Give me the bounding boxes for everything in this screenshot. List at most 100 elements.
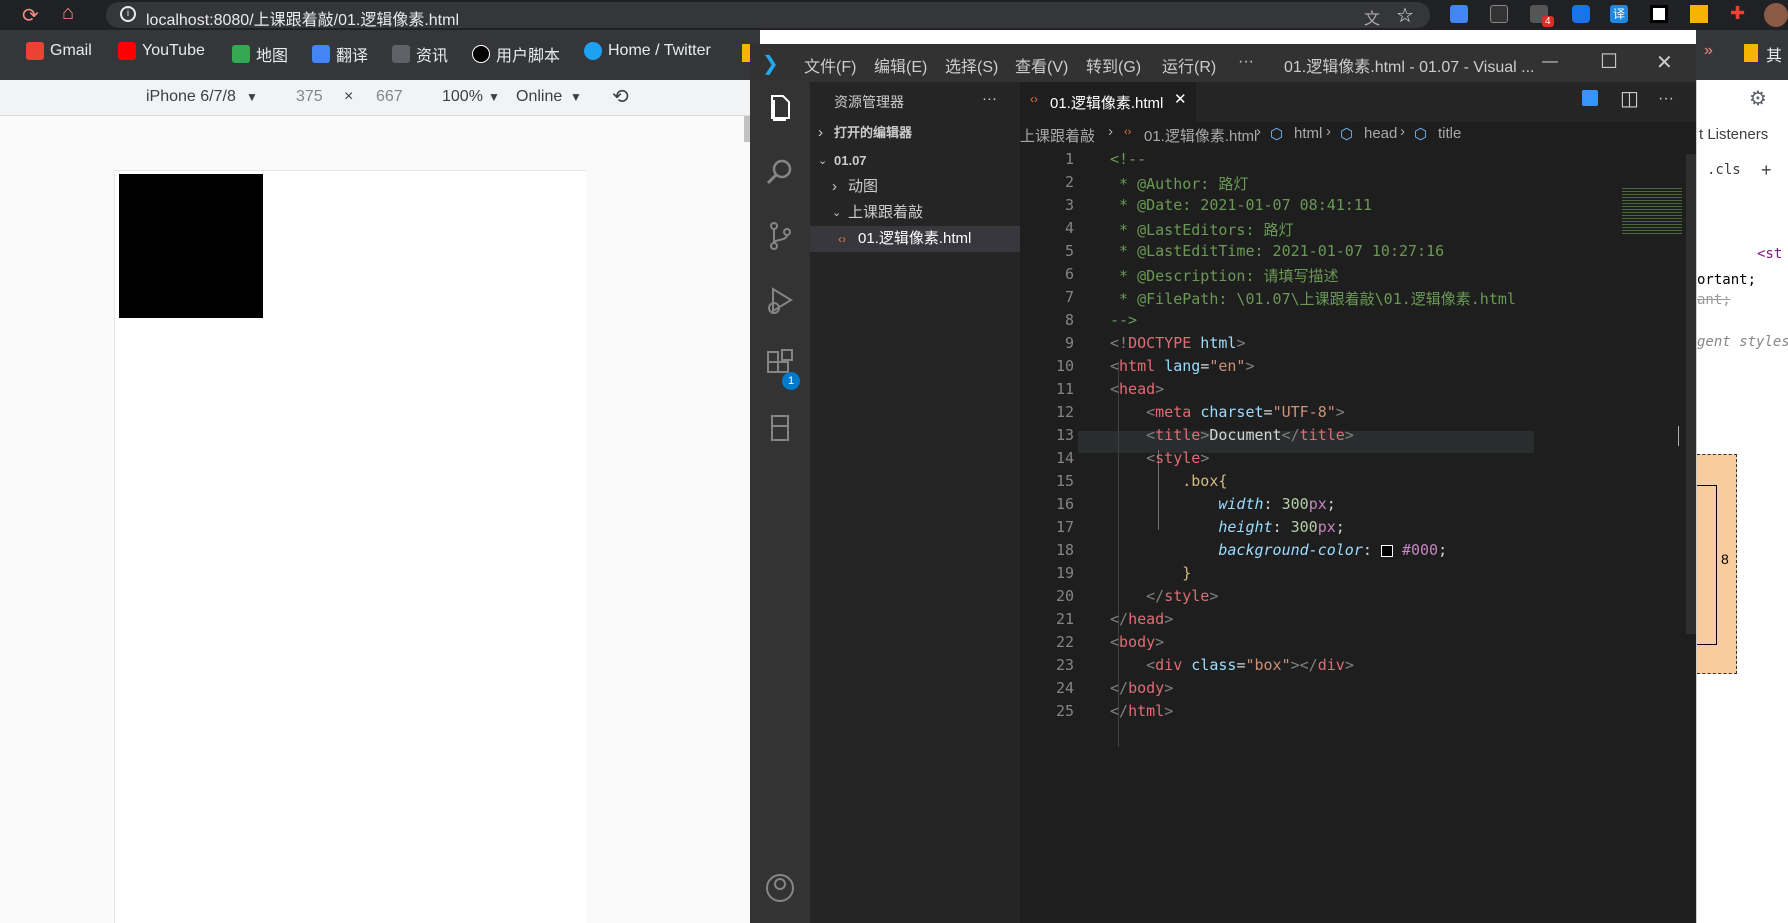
translate-ext-icon[interactable]: 译: [1610, 5, 1628, 23]
black-box: [119, 174, 263, 318]
device-toolbar: iPhone 6/7/8 ▼ 375 × 667 100% ▼ Online ▼…: [0, 80, 760, 116]
chevron-down-icon[interactable]: ▼: [570, 90, 582, 104]
menu-run[interactable]: 运行(R): [1162, 53, 1216, 77]
color-swatch[interactable]: [1380, 544, 1393, 557]
star-icon[interactable]: ☆: [1396, 3, 1414, 28]
close-button[interactable]: ✕: [1656, 50, 1673, 75]
line-number: 18: [1055, 541, 1074, 559]
bookmark-other[interactable]: 其: [1766, 42, 1782, 66]
code-line: <!--: [1110, 150, 1147, 168]
chevron-right-icon: ›: [818, 124, 823, 141]
minimize-button[interactable]: —: [1542, 53, 1558, 71]
line-number: 4: [1064, 219, 1074, 237]
bookmark-maps[interactable]: 地图: [232, 42, 288, 66]
maps-icon: [232, 45, 250, 63]
open-editors-section[interactable]: › 打开的编辑器: [810, 120, 1020, 146]
breadcrumb-item[interactable]: 01.逻辑像素.html: [1144, 125, 1257, 146]
zoom-select[interactable]: 100%: [442, 88, 483, 106]
extension-icon[interactable]: [1572, 5, 1590, 23]
network-select[interactable]: Online: [516, 88, 562, 106]
element-icon: ⬡: [1414, 126, 1428, 143]
account-icon[interactable]: [764, 872, 796, 904]
bookmark-gmail[interactable]: Gmail: [26, 42, 92, 60]
chevron-down-icon[interactable]: ▼: [488, 90, 500, 104]
bookmarks-bar: Gmail YouTube 地图 翻译 资讯 用户脚本 Home / Twitt…: [0, 30, 760, 80]
search-icon[interactable]: [764, 156, 796, 188]
bookmark-youtube[interactable]: YouTube: [118, 42, 205, 60]
times-sign: ×: [344, 88, 354, 105]
avatar[interactable]: [1764, 3, 1788, 27]
more-actions-icon[interactable]: ···: [1658, 90, 1674, 108]
tree-item-folder[interactable]: › 动图: [810, 174, 1020, 200]
source-control-icon[interactable]: [764, 220, 796, 252]
height-input[interactable]: 667: [376, 88, 403, 106]
home-icon[interactable]: ⌂: [62, 2, 74, 25]
reload-icon[interactable]: ⟳: [22, 3, 39, 28]
explorer-more-icon[interactable]: ···: [982, 90, 997, 107]
userscript-icon: [472, 45, 490, 63]
info-icon[interactable]: i: [120, 6, 136, 22]
menu-file[interactable]: 文件(F): [804, 53, 856, 77]
bookmark-twitter[interactable]: Home / Twitter: [584, 42, 711, 60]
qr-icon[interactable]: [1690, 5, 1708, 23]
line-number: 3: [1064, 196, 1074, 214]
bookmark-userscript[interactable]: 用户脚本: [472, 42, 560, 66]
event-listeners-tab[interactable]: t Listeners: [1699, 126, 1768, 143]
puzzle-icon[interactable]: ✚: [1730, 3, 1745, 24]
gmail-icon: [26, 42, 44, 60]
extension-icon[interactable]: [1650, 5, 1668, 23]
breadcrumb-item[interactable]: head: [1364, 125, 1397, 142]
bookmark-translate[interactable]: 翻译: [312, 42, 368, 66]
close-tab-icon[interactable]: ✕: [1174, 90, 1187, 108]
bookmark-news[interactable]: 资讯: [392, 42, 448, 66]
chevron-down-icon[interactable]: ▼: [246, 90, 258, 104]
url-text[interactable]: localhost:8080/上课跟着敲/01.逻辑像素.html: [146, 6, 459, 30]
explorer-icon[interactable]: [764, 92, 796, 124]
line-number: 19: [1055, 564, 1074, 582]
rotate-icon[interactable]: ⟲: [612, 84, 629, 109]
line-number: 25: [1055, 702, 1074, 720]
settings-icon[interactable]: ⚙: [1749, 86, 1767, 111]
menu-view[interactable]: 查看(V): [1015, 53, 1068, 77]
menu-edit[interactable]: 编辑(E): [874, 53, 927, 77]
code-line: <title>Document</title>: [1146, 426, 1354, 444]
line-number: 20: [1055, 587, 1074, 605]
line-number: 1: [1064, 150, 1074, 168]
menu-selection[interactable]: 选择(S): [945, 53, 998, 77]
add-rule-button[interactable]: +: [1761, 160, 1772, 181]
breadcrumb-item[interactable]: title: [1438, 125, 1461, 142]
width-input[interactable]: 375: [296, 88, 323, 106]
extension-icon[interactable]: [1490, 5, 1508, 23]
device-select[interactable]: iPhone 6/7/8: [146, 88, 236, 106]
tab-file[interactable]: ‹› 01.逻辑像素.html ✕: [1020, 82, 1196, 122]
remote-explorer-icon[interactable]: [764, 412, 796, 444]
bookmark-folder-icon[interactable]: [1744, 44, 1758, 62]
translate-icon: [312, 45, 330, 63]
extension-icon[interactable]: [1450, 5, 1468, 23]
minimap[interactable]: [1622, 186, 1682, 236]
remote-icon[interactable]: [1582, 90, 1598, 106]
tree-item-file[interactable]: ‹› 01.逻辑像素.html: [810, 226, 1020, 252]
split-editor-icon[interactable]: ◫: [1620, 86, 1639, 111]
styles-code: ant;: [1697, 292, 1731, 308]
menu-go[interactable]: 转到(G): [1086, 53, 1141, 77]
box-model-value: 8: [1721, 551, 1729, 567]
device-viewport: [0, 116, 750, 923]
tree-item-folder[interactable]: ⌄ 上课跟着敲: [810, 200, 1020, 226]
menu-more[interactable]: ···: [1238, 53, 1254, 71]
address-bar[interactable]: i localhost:8080/上课跟着敲/01.逻辑像素.html 文 ☆: [106, 2, 1430, 30]
folder-root[interactable]: ⌄ 01.07: [810, 148, 1020, 174]
line-number: 15: [1055, 472, 1074, 490]
translate-page-icon[interactable]: 文: [1364, 5, 1380, 29]
maximize-button[interactable]: ☐: [1600, 49, 1618, 74]
extension-badge: 4: [1542, 16, 1554, 27]
breadcrumb-item[interactable]: html: [1294, 125, 1322, 142]
editor-scrollbar[interactable]: [1686, 154, 1696, 634]
code-line: <div class="box"></div>: [1146, 656, 1354, 674]
more-bookmarks-icon[interactable]: »: [1704, 42, 1713, 60]
cls-button[interactable]: .cls: [1707, 162, 1741, 178]
run-debug-icon[interactable]: [764, 284, 796, 316]
breadcrumb-item[interactable]: 上课跟着敲: [1020, 125, 1095, 146]
youtube-icon: [118, 42, 136, 60]
code-line: * @Date: 2021-01-07 08:41:11: [1110, 196, 1372, 214]
